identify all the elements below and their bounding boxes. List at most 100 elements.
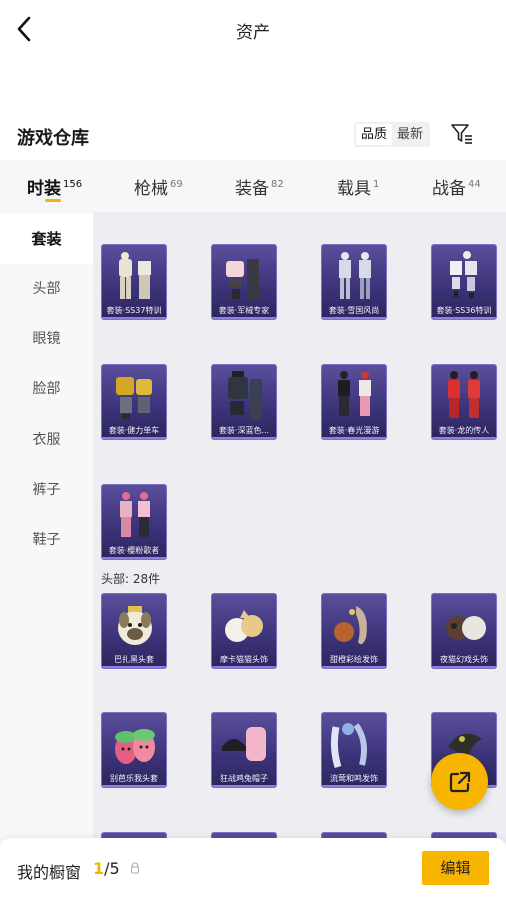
sort-option-newest[interactable]: 最新 [392, 124, 428, 145]
item-card[interactable]: 夜猫幻戏头饰 [431, 593, 497, 669]
item-name: 甜橙彩绘发饰 [330, 655, 378, 664]
item-card[interactable]: 套装·健力单车 [101, 364, 167, 440]
rarity-bar [212, 666, 276, 668]
item-card[interactable]: 套装·龙的传人 [431, 364, 497, 440]
item-card[interactable]: 别芭乐我头套 [101, 712, 167, 788]
rarity-bar [212, 437, 276, 439]
rarity-bar [322, 785, 386, 787]
outfit-thumbnail [339, 252, 371, 299]
rarity-bar [212, 785, 276, 787]
item-card[interactable]: 套装·春光漫游 [321, 364, 387, 440]
item-name: 套装·雪国风尚 [328, 306, 380, 315]
tab-label: 装备 [235, 179, 269, 199]
item-card[interactable]: 狂战鸡兔帽子 [211, 712, 277, 788]
item-card[interactable]: 套装·深蓝色... [211, 364, 277, 440]
item-name: 别芭乐我头套 [110, 774, 158, 783]
tab-fashion[interactable]: 时装 156 [27, 174, 82, 199]
outfit-thumbnail [228, 371, 262, 419]
item-name: 套装·SS36特训 [436, 306, 492, 315]
rarity-bar [432, 317, 496, 319]
rarity-bar [322, 317, 386, 319]
item-card[interactable]: 流莺和鸣发饰 [321, 712, 387, 788]
rarity-bar [322, 437, 386, 439]
tab-label: 枪械 [134, 179, 168, 199]
showcase-label: 我的橱窗 [17, 863, 82, 882]
warehouse-title: 游戏仓库 [17, 128, 89, 149]
headwear-thumbnail [225, 610, 263, 642]
rarity-bar [102, 317, 166, 319]
item-card[interactable]: 套装·雪国风尚 [321, 244, 387, 320]
item-name: 套装·健力单车 [108, 426, 160, 435]
outfit-thumbnail [338, 371, 371, 416]
outfit-thumbnail [120, 492, 150, 537]
item-name: 套装·春光漫游 [328, 426, 380, 435]
sidebar-item-shoes[interactable]: 鞋子 [0, 515, 93, 565]
tab-count: 156 [63, 179, 83, 191]
share-button[interactable] [431, 753, 488, 810]
item-card[interactable]: 套装·军械专家 [211, 244, 277, 320]
tab-battle-gear[interactable]: 战备 44 [432, 174, 481, 199]
sidebar-item-glasses[interactable]: 眼镜 [0, 314, 93, 364]
item-name: 套装·深蓝色... [218, 426, 270, 435]
tab-label: 载具 [337, 179, 371, 199]
tab-equipment[interactable]: 装备 82 [235, 174, 284, 199]
headwear-thumbnail [222, 727, 266, 761]
item-card[interactable]: 甜橙彩绘发饰 [321, 593, 387, 669]
active-tab-indicator [45, 199, 61, 202]
rarity-bar [102, 666, 166, 668]
rarity-bar [102, 557, 166, 559]
page-title: 资产 [236, 23, 270, 43]
tab-count: 82 [271, 179, 284, 191]
category-tabs: 时装 156 枪械 69 装备 82 载具 1 战备 44 [0, 160, 506, 212]
item-card[interactable]: 摩卡猫猫头饰 [211, 593, 277, 669]
item-card[interactable]: 套装·SS36特训 [431, 244, 497, 320]
rarity-bar [432, 666, 496, 668]
sidebar-item-pants[interactable]: 裤子 [0, 465, 93, 515]
sidebar-item-clothes[interactable]: 衣服 [0, 415, 93, 465]
showcase-bar: 我的橱窗 1/5 编辑 [0, 838, 506, 897]
filter-button[interactable] [450, 122, 474, 146]
item-name: 巴扎黑头套 [114, 655, 154, 664]
outfit-thumbnail [448, 371, 480, 418]
outfit-thumbnail [116, 377, 152, 419]
sidebar-item-face[interactable]: 脸部 [0, 364, 93, 414]
headwear-thumbnail [330, 723, 367, 769]
edit-button[interactable]: 编辑 [422, 851, 489, 885]
sort-option-quality[interactable]: 品质 [356, 124, 393, 145]
item-name: 套装·军械专家 [218, 306, 270, 315]
rarity-bar [432, 437, 496, 439]
headwear-thumbnail [446, 616, 486, 640]
lock-icon [131, 862, 139, 874]
rarity-bar [322, 666, 386, 668]
sidebar-item-head[interactable]: 头部 [0, 264, 93, 314]
rarity-bar [102, 437, 166, 439]
sort-toggle: 品质 最新 [354, 122, 431, 147]
item-name: 套装·龙的传人 [438, 426, 490, 435]
item-card[interactable]: 套装·SS37特训 [101, 244, 167, 320]
headwear-thumbnail [118, 606, 152, 645]
tab-label: 战备 [432, 179, 466, 199]
item-card[interactable]: 套装·樱粉歌者 [101, 484, 167, 560]
item-name: 摩卡猫猫头饰 [220, 655, 268, 664]
outfit-thumbnail [450, 251, 477, 298]
outfit-thumbnail [119, 252, 151, 299]
sidebar: 套装 头部 眼镜 脸部 衣服 裤子 鞋子 [0, 212, 93, 852]
headwear-thumbnail [334, 606, 367, 645]
tab-count: 44 [468, 179, 481, 191]
showcase-total: /5 [104, 859, 120, 878]
outfit-thumbnail [226, 259, 259, 299]
rarity-bar [212, 317, 276, 319]
showcase-count: 1/5 [93, 859, 120, 878]
item-name: 套装·樱粉歌者 [108, 546, 160, 555]
tab-weapons[interactable]: 枪械 69 [134, 174, 183, 199]
tab-count: 69 [170, 179, 183, 191]
item-card[interactable]: 巴扎黑头套 [101, 593, 167, 669]
warehouse-header: 游戏仓库 品质 最新 [0, 118, 506, 154]
item-name: 夜猫幻戏头饰 [440, 655, 488, 664]
item-name: 狂战鸡兔帽子 [220, 774, 268, 783]
tab-vehicles[interactable]: 载具 1 [337, 174, 379, 199]
sidebar-item-sets[interactable]: 套装 [0, 214, 93, 264]
item-name: 流莺和鸣发饰 [330, 774, 378, 783]
tab-count: 1 [373, 179, 380, 191]
filter-icon [451, 124, 472, 144]
